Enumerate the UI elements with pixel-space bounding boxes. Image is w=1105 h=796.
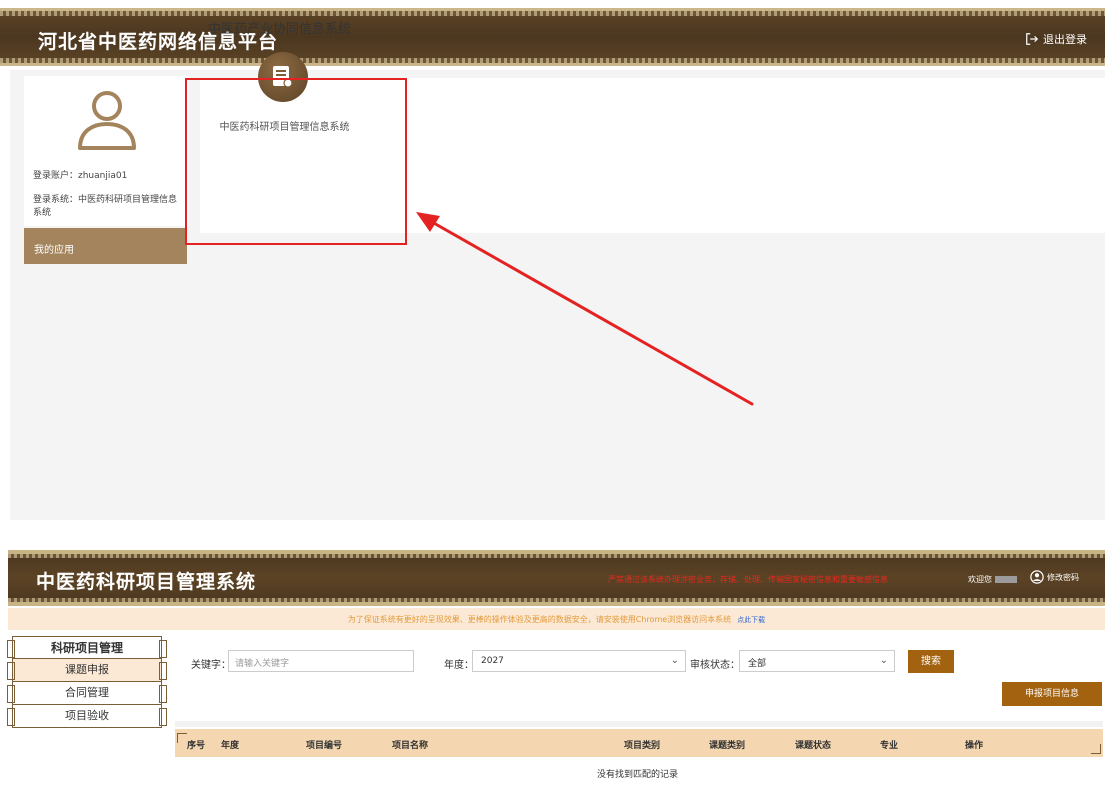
sidebar-title[interactable]: 科研项目管理 — [7, 636, 167, 659]
search-button[interactable]: 搜索 — [908, 650, 954, 673]
table-header: 序号 年度 项目编号 项目名称 项目类别 课题类别 课题状态 专业 操作 — [175, 721, 1103, 757]
empty-table-message: 没有找到匹配的记录 — [596, 770, 678, 780]
account-info: 登录账户：zhuanjia01 — [33, 171, 128, 181]
user-avatar-icon — [78, 91, 136, 150]
col-index: 序号 — [187, 741, 206, 751]
download-link[interactable]: 点此下载 — [737, 616, 765, 624]
change-password-button[interactable]: 修改密码 — [1030, 570, 1079, 584]
change-password-label: 修改密码 — [1047, 572, 1079, 582]
my-apps-menu[interactable]: 我的应用 — [24, 228, 187, 264]
system-header: 中医药科研项目管理系统 — [8, 550, 1105, 606]
col-topic-status: 课题状态 — [795, 741, 832, 751]
col-actions: 操作 — [965, 741, 984, 751]
apps-section-title: 中医药产业协同信息系统 — [208, 22, 352, 37]
apply-project-button[interactable]: 申报项目信息 — [1002, 682, 1102, 706]
corner-ornament — [177, 733, 187, 743]
logout-icon — [1026, 33, 1039, 45]
status-value: 全部 — [748, 659, 767, 669]
year-select[interactable]: 2027 ⌄ — [472, 650, 686, 672]
col-topic-category: 课题类别 — [709, 741, 746, 751]
portal-content: 登录账户：zhuanjia01 登录系统：中医药科研项目管理信息系统 我的应用 — [10, 70, 1105, 520]
user-circle-icon — [1030, 570, 1044, 584]
system-title: 中医药科研项目管理系统 — [36, 571, 257, 593]
col-project-category: 项目类别 — [624, 741, 661, 751]
col-project-name: 项目名称 — [392, 741, 429, 751]
logout-label: 退出登录 — [1043, 33, 1087, 46]
sidebar: 科研项目管理 课题申报 合同管理 项目验收 — [7, 636, 167, 728]
security-warning: 严禁通过该系统办理涉密业务，存储、处理、传输国家秘密信息和重要敏感信息 — [608, 575, 888, 584]
browser-notice: 为了保证系统有更好的呈现效果、更棒的操作体验及更高的数据安全，请安装使用Chro… — [8, 608, 1105, 630]
status-select[interactable]: 全部 ⌄ — [739, 650, 895, 672]
sidebar-item-project-acceptance[interactable]: 项目验收 — [7, 705, 167, 728]
annotation-highlight-box — [185, 78, 407, 245]
chevron-down-icon: ⌄ — [879, 655, 888, 666]
username-redacted — [995, 576, 1017, 583]
portal-screen: 河北省中医药网络信息平台 退出登录 登录账户：zhuanjia01 登录系统：中… — [0, 0, 1105, 520]
notice-text: 为了保证系统有更好的呈现效果、更棒的操作体验及更高的数据安全，请安装使用Chro… — [347, 615, 732, 624]
corner-ornament — [1091, 744, 1101, 754]
year-label: 年度： — [444, 660, 474, 671]
project-system-screen: 中医药科研项目管理系统 严禁通过该系统办理涉密业务，存储、处理、传输国家秘密信息… — [0, 550, 1105, 796]
keyword-label: 关键字： — [191, 660, 231, 671]
col-project-number: 项目编号 — [306, 741, 343, 751]
system-info: 登录系统：中医药科研项目管理信息系统 — [33, 195, 178, 218]
year-value: 2027 — [481, 656, 504, 666]
portal-header: 河北省中医药网络信息平台 退出登录 — [0, 8, 1105, 66]
status-label: 审核状态： — [690, 660, 740, 671]
logout-button[interactable]: 退出登录 — [1025, 31, 1087, 47]
chevron-down-icon: ⌄ — [670, 655, 679, 666]
sidebar-item-project-application[interactable]: 课题申报 — [7, 659, 167, 682]
welcome-label: 欢迎您 — [968, 575, 992, 584]
col-specialty: 专业 — [880, 741, 899, 751]
col-year: 年度 — [221, 741, 240, 751]
keyword-input[interactable]: 请输入关键字 — [228, 650, 414, 672]
sidebar-item-contract-management[interactable]: 合同管理 — [7, 682, 167, 705]
welcome-text: 欢迎您 — [968, 574, 1017, 585]
user-panel: 登录账户：zhuanjia01 登录系统：中医药科研项目管理信息系统 — [24, 76, 189, 226]
